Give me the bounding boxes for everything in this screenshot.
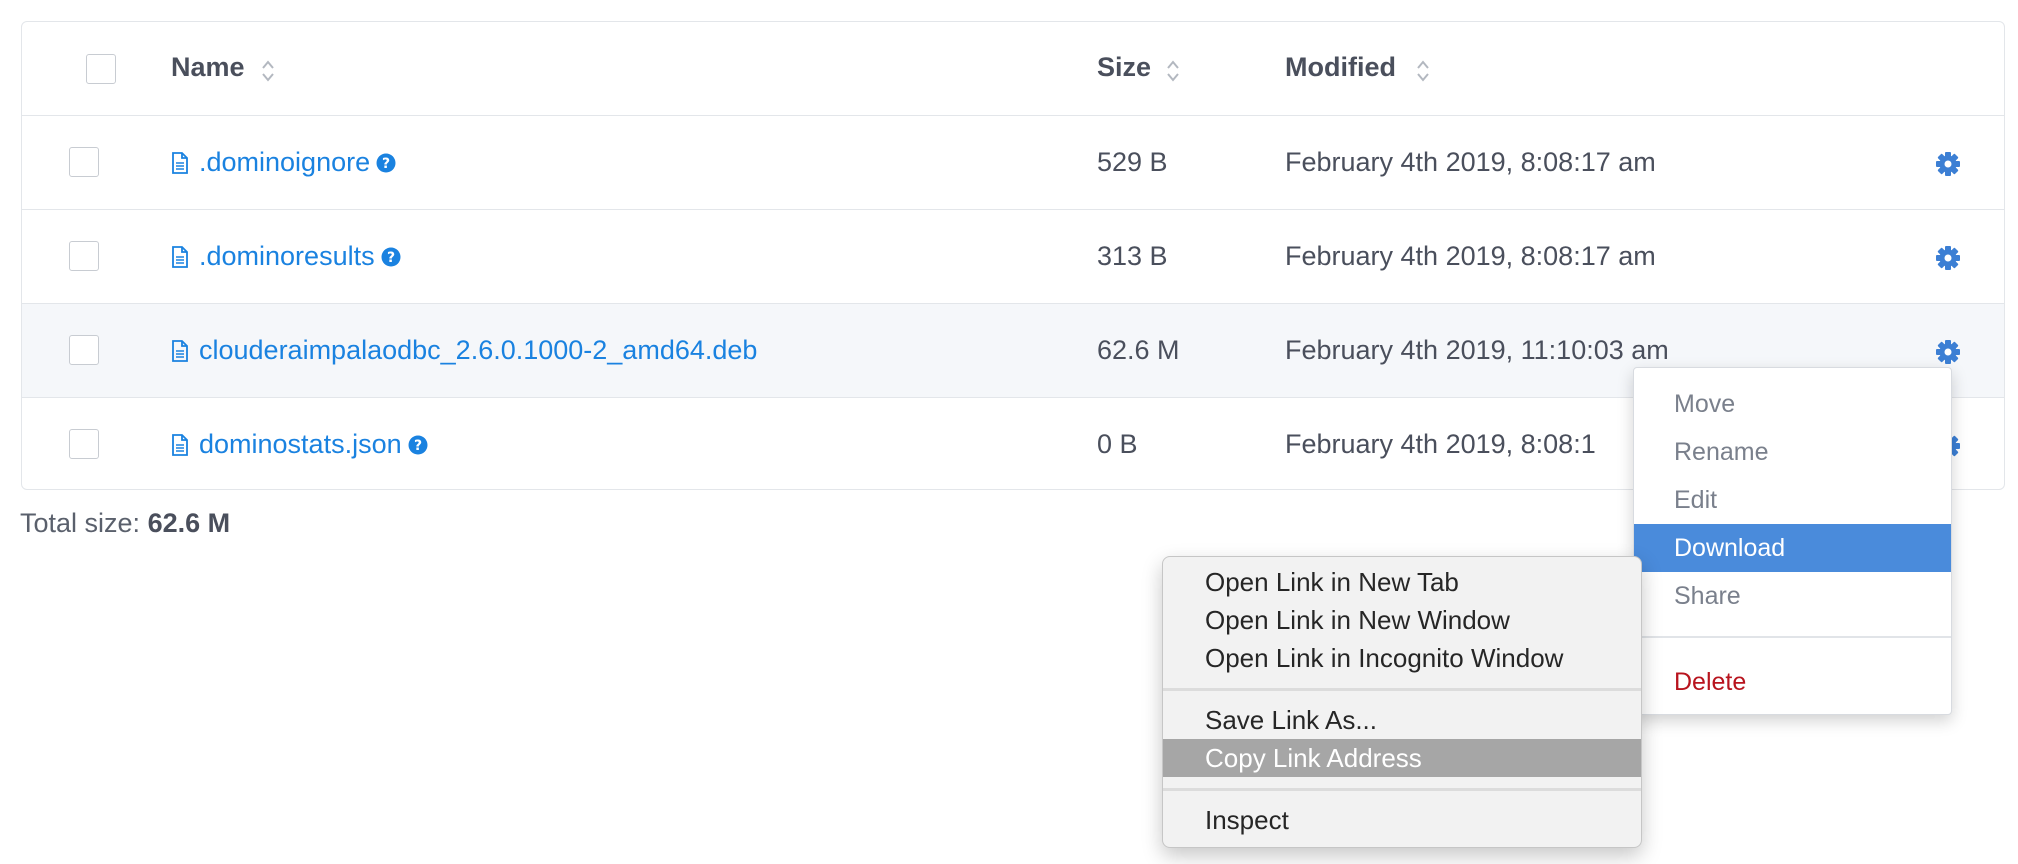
ctx-separator xyxy=(1163,688,1641,691)
file-link[interactable]: dominostats.json ? xyxy=(171,429,428,460)
file-link[interactable]: .dominoignore ? xyxy=(171,147,396,178)
total-size: Total size: 62.6 M xyxy=(20,508,230,539)
menu-divider xyxy=(1634,636,1951,638)
file-name[interactable]: clouderaimpalaodbc_2.6.0.1000-2_amd64.de… xyxy=(199,335,757,366)
table-row: .dominoresults ? 313 B February 4th 2019… xyxy=(22,210,2004,304)
menu-item-edit[interactable]: Edit xyxy=(1634,476,1951,524)
file-name[interactable]: .dominoignore xyxy=(199,147,370,178)
sort-arrows-icon[interactable] xyxy=(1415,57,1431,85)
menu-item-move[interactable]: Move xyxy=(1634,380,1951,428)
ctx-open-new-window[interactable]: Open Link in New Window xyxy=(1163,601,1641,639)
file-icon xyxy=(172,151,188,174)
gear-icon[interactable] xyxy=(1935,151,1961,177)
ctx-copy-link-address[interactable]: Copy Link Address xyxy=(1163,739,1641,777)
file-icon xyxy=(172,433,188,456)
file-name[interactable]: dominostats.json xyxy=(199,429,402,460)
svg-text:?: ? xyxy=(414,438,422,454)
ctx-open-incognito[interactable]: Open Link in Incognito Window xyxy=(1163,639,1641,677)
table-header: Name Size Modified xyxy=(22,22,2004,116)
help-circle-icon[interactable]: ? xyxy=(376,153,396,173)
file-actions-menu: Move Rename Edit Download Share Delete xyxy=(1633,367,1952,715)
row-checkbox[interactable] xyxy=(69,241,99,271)
file-link[interactable]: .dominoresults ? xyxy=(171,241,401,272)
row-checkbox[interactable] xyxy=(69,429,99,459)
column-header-name[interactable]: Name xyxy=(171,52,245,83)
ctx-inspect[interactable]: Inspect xyxy=(1163,801,1641,839)
file-size: 313 B xyxy=(1097,241,1168,271)
file-icon xyxy=(172,339,188,362)
column-header-modified[interactable]: Modified xyxy=(1285,52,1396,83)
file-icon xyxy=(172,245,188,268)
gear-icon[interactable] xyxy=(1935,245,1961,271)
ctx-open-new-tab[interactable]: Open Link in New Tab xyxy=(1163,563,1641,601)
column-header-size[interactable]: Size xyxy=(1097,52,1151,83)
file-modified: February 4th 2019, 8:08:17 am xyxy=(1285,147,1656,177)
sort-arrows-icon[interactable] xyxy=(260,57,276,85)
menu-item-delete[interactable]: Delete xyxy=(1634,658,1951,706)
svg-text:?: ? xyxy=(387,250,395,266)
total-size-label: Total size: xyxy=(20,508,141,538)
gear-icon[interactable] xyxy=(1935,339,1961,365)
ctx-separator xyxy=(1163,788,1641,791)
sort-arrows-icon[interactable] xyxy=(1165,57,1181,85)
file-size: 529 B xyxy=(1097,147,1168,177)
svg-text:?: ? xyxy=(382,156,390,172)
row-checkbox[interactable] xyxy=(69,147,99,177)
total-size-value: 62.6 M xyxy=(147,508,231,538)
file-size: 0 B xyxy=(1097,429,1138,459)
menu-item-share[interactable]: Share xyxy=(1634,572,1951,620)
context-menu: Open Link in New Tab Open Link in New Wi… xyxy=(1162,556,1642,848)
menu-item-download[interactable]: Download xyxy=(1634,524,1951,572)
file-size: 62.6 M xyxy=(1097,335,1180,365)
ctx-save-link-as[interactable]: Save Link As... xyxy=(1163,701,1641,739)
file-link[interactable]: clouderaimpalaodbc_2.6.0.1000-2_amd64.de… xyxy=(171,335,757,366)
menu-item-rename[interactable]: Rename xyxy=(1634,428,1951,476)
file-modified: February 4th 2019, 8:08:1 xyxy=(1285,429,1596,459)
file-name[interactable]: .dominoresults xyxy=(199,241,375,272)
file-modified: February 4th 2019, 8:08:17 am xyxy=(1285,241,1656,271)
file-modified: February 4th 2019, 11:10:03 am xyxy=(1285,335,1669,365)
help-circle-icon[interactable]: ? xyxy=(381,247,401,267)
table-row: .dominoignore ? 529 B February 4th 2019,… xyxy=(22,116,2004,210)
help-circle-icon[interactable]: ? xyxy=(408,435,428,455)
row-checkbox[interactable] xyxy=(69,335,99,365)
select-all-checkbox[interactable] xyxy=(86,54,116,84)
